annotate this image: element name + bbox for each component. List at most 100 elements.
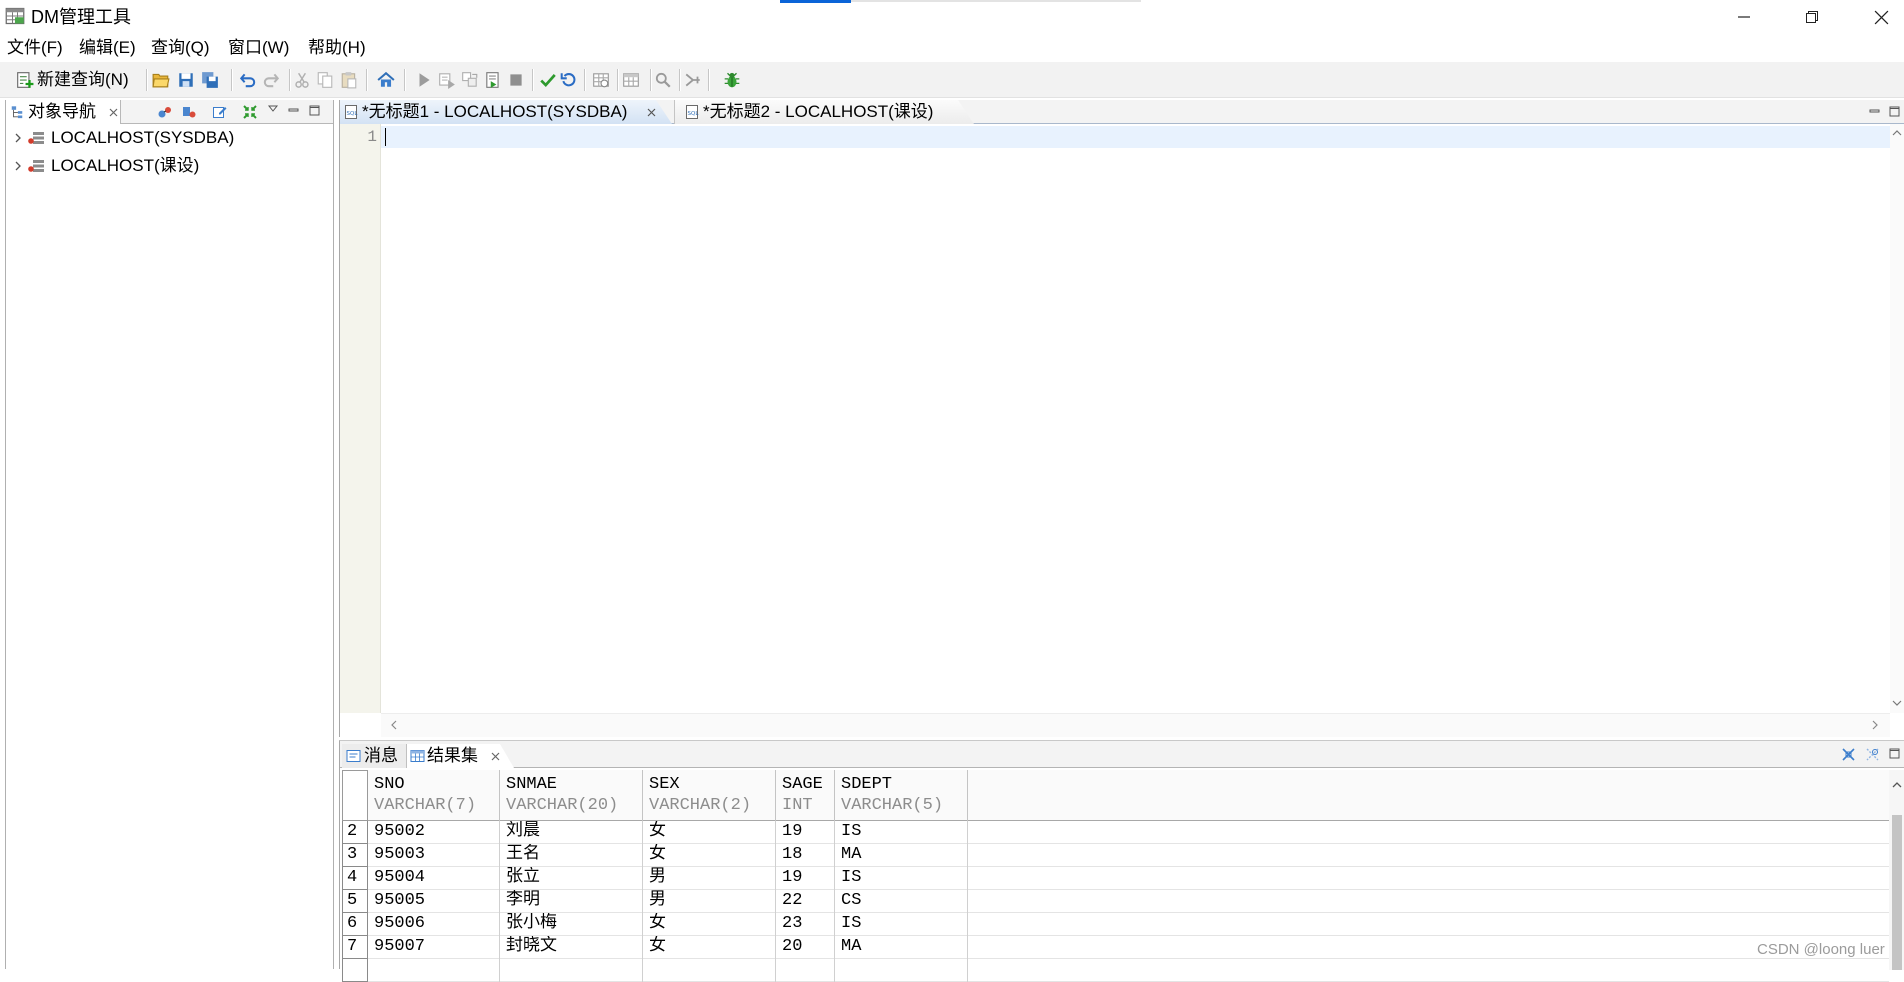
cell-sdept[interactable]: IS bbox=[835, 867, 968, 890]
search-icon[interactable] bbox=[654, 71, 672, 89]
tree-node-localhost-keshe[interactable]: LOCALHOST(课设) bbox=[6, 155, 333, 177]
scroll-up-icon[interactable] bbox=[1891, 127, 1903, 139]
empty-cell[interactable] bbox=[500, 959, 643, 982]
save-icon[interactable] bbox=[177, 71, 195, 89]
cell-sex[interactable]: 女 bbox=[643, 821, 776, 844]
row-number[interactable]: 7 bbox=[342, 936, 368, 959]
scroll-up-icon[interactable] bbox=[1891, 779, 1903, 791]
close-tab-icon[interactable] bbox=[491, 752, 500, 761]
row-number[interactable]: 2 bbox=[342, 821, 368, 844]
column-header-sage[interactable]: SAGE INT bbox=[776, 770, 835, 821]
maximize-view-icon[interactable] bbox=[308, 104, 324, 120]
cell-snmae[interactable]: 封晓文 bbox=[500, 936, 643, 959]
current-line-highlight[interactable] bbox=[381, 126, 1890, 148]
pin-results-icon[interactable] bbox=[1865, 747, 1880, 762]
cell-sdept[interactable]: MA bbox=[835, 844, 968, 867]
tab-result-set[interactable]: 结果集 bbox=[406, 744, 514, 768]
cell-sage[interactable]: 22 bbox=[776, 890, 835, 913]
close-tab-icon[interactable] bbox=[109, 108, 118, 117]
minimize-view-icon[interactable] bbox=[1868, 105, 1882, 119]
cell-sex[interactable]: 男 bbox=[643, 867, 776, 890]
check-icon[interactable] bbox=[539, 71, 557, 89]
maximize-view-icon[interactable] bbox=[1888, 105, 1902, 119]
link-editor-icon[interactable] bbox=[157, 104, 173, 120]
save-all-icon[interactable] bbox=[201, 71, 219, 89]
tab-object-navigator[interactable]: 对象导航 bbox=[6, 100, 121, 124]
cell-sex[interactable]: 女 bbox=[643, 936, 776, 959]
row-number[interactable]: 6 bbox=[342, 913, 368, 936]
empty-cell[interactable] bbox=[368, 959, 500, 982]
cell-sno[interactable]: 95007 bbox=[368, 936, 500, 959]
menu-file[interactable]: 文件(F) bbox=[5, 36, 65, 60]
cell-sno[interactable]: 95005 bbox=[368, 890, 500, 913]
debug-bug-icon[interactable] bbox=[723, 71, 741, 89]
cell-sex[interactable]: 女 bbox=[643, 844, 776, 867]
cell-snmae[interactable]: 刘晨 bbox=[500, 821, 643, 844]
column-header-snmae[interactable]: SNMAE VARCHAR(20) bbox=[500, 770, 643, 821]
minimize-view-icon[interactable] bbox=[287, 104, 303, 120]
results-vertical-scrollbar[interactable] bbox=[1889, 770, 1904, 970]
cell-sdept[interactable]: IS bbox=[835, 913, 968, 936]
minimize-button[interactable] bbox=[1721, 3, 1767, 31]
cell-snmae[interactable]: 张立 bbox=[500, 867, 643, 890]
table-row[interactable]: 3 95003 王名女 18 MA bbox=[342, 844, 1889, 867]
table-row[interactable]: 6 95006 张小梅女 23 IS bbox=[342, 913, 1889, 936]
editor-vertical-scrollbar[interactable] bbox=[1890, 124, 1904, 713]
open-folder-icon[interactable] bbox=[152, 71, 170, 89]
tab-messages[interactable]: 消息 bbox=[342, 744, 406, 768]
view-menu-icon[interactable] bbox=[267, 103, 283, 119]
menu-edit[interactable]: 编辑(E) bbox=[77, 36, 138, 60]
cell-sno[interactable]: 95003 bbox=[368, 844, 500, 867]
clear-results-icon[interactable] bbox=[1841, 747, 1856, 762]
editor-horizontal-scrollbar[interactable] bbox=[381, 713, 1890, 737]
cell-sex[interactable]: 女 bbox=[643, 913, 776, 936]
row-number-header[interactable] bbox=[342, 770, 368, 821]
cell-snmae[interactable]: 张小梅 bbox=[500, 913, 643, 936]
title-bar[interactable]: DM管理工具 bbox=[0, 0, 1904, 34]
paste-icon[interactable] bbox=[340, 71, 358, 89]
cut-icon[interactable] bbox=[293, 71, 311, 89]
tree-node-localhost-sysdba[interactable]: LOCALHOST(SYSDBA) bbox=[6, 127, 333, 149]
cell-sage[interactable]: 18 bbox=[776, 844, 835, 867]
cell-sage[interactable]: 20 bbox=[776, 936, 835, 959]
edit-icon[interactable] bbox=[212, 104, 228, 120]
cell-sex[interactable]: 男 bbox=[643, 890, 776, 913]
tab-untitled-2[interactable]: SQL *无标题2 - LOCALHOST(课设) bbox=[674, 100, 974, 124]
step-icon[interactable] bbox=[461, 71, 479, 89]
table-row[interactable]: 4 95004 张立男 19 IS bbox=[342, 867, 1889, 890]
menu-query[interactable]: 查询(Q) bbox=[149, 36, 212, 60]
table-row[interactable]: 2 95002 刘晨女 19 IS bbox=[342, 821, 1889, 844]
chevron-right-icon[interactable] bbox=[12, 160, 24, 172]
cell-sno[interactable]: 95006 bbox=[368, 913, 500, 936]
scroll-left-icon[interactable] bbox=[388, 719, 400, 731]
column-header-sdept[interactable]: SDEPT VARCHAR(5) bbox=[835, 770, 968, 821]
cell-sage[interactable]: 19 bbox=[776, 821, 835, 844]
column-header-sex[interactable]: SEX VARCHAR(2) bbox=[643, 770, 776, 821]
cell-sdept[interactable]: MA bbox=[835, 936, 968, 959]
table-row-partial[interactable] bbox=[342, 959, 1889, 982]
chevron-right-icon[interactable] bbox=[12, 132, 24, 144]
home-icon[interactable] bbox=[377, 71, 395, 89]
cell-snmae[interactable]: 李明 bbox=[500, 890, 643, 913]
scroll-down-icon[interactable] bbox=[1891, 697, 1903, 709]
cell-sdept[interactable]: IS bbox=[835, 821, 968, 844]
tab-untitled-1[interactable]: SQL *无标题1 - LOCALHOST(SYSDBA) bbox=[340, 100, 672, 124]
cell-sdept[interactable]: CS bbox=[835, 890, 968, 913]
cell-snmae[interactable]: 王名 bbox=[500, 844, 643, 867]
collapse-all-icon[interactable] bbox=[242, 104, 258, 120]
table-grid-icon[interactable] bbox=[622, 71, 640, 89]
scroll-right-icon[interactable] bbox=[1869, 719, 1881, 731]
run-script-icon[interactable] bbox=[484, 71, 502, 89]
stop-icon[interactable] bbox=[507, 71, 525, 89]
table-row[interactable]: 5 95005 李明男 22 CS bbox=[342, 890, 1889, 913]
refresh-icon[interactable] bbox=[560, 71, 578, 89]
new-query-button[interactable]: 新建查询(N) bbox=[10, 66, 132, 94]
cell-sno[interactable]: 95002 bbox=[368, 821, 500, 844]
redo-icon[interactable] bbox=[262, 71, 280, 89]
column-header-sno[interactable]: SNO VARCHAR(7) bbox=[368, 770, 500, 821]
filter-icon[interactable] bbox=[181, 104, 197, 120]
run-selection-icon[interactable] bbox=[438, 71, 456, 89]
close-tab-icon[interactable] bbox=[647, 108, 656, 117]
copy-icon[interactable] bbox=[316, 71, 334, 89]
undo-icon[interactable] bbox=[239, 71, 257, 89]
